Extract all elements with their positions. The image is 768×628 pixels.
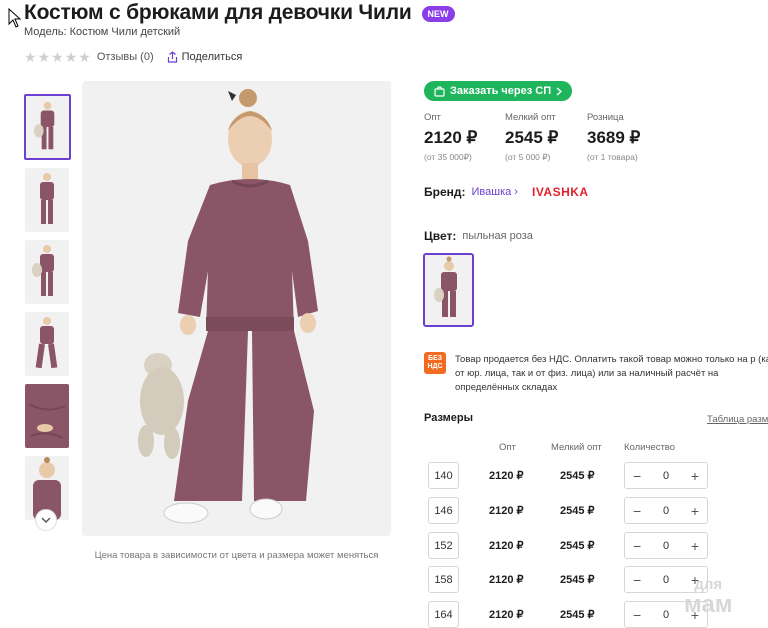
thumbnail-2[interactable] [25,168,69,232]
price-condition: (от 1 товара) [587,152,638,162]
price-label: Мелкий опт [505,112,556,123]
color-value: пыльная роза [462,230,533,242]
quantity-value[interactable]: 0 [663,505,669,517]
quantity-value[interactable]: 0 [663,540,669,552]
size-price-opt: 2120 ₽ [489,574,524,586]
quantity-stepper: − 0 + [624,532,708,559]
chevron-down-icon [41,517,51,523]
quantity-value[interactable]: 0 [663,609,669,621]
cart-icon [434,85,445,97]
rating-row: ★ ★ ★ ★ ★ Отзывы (0) Поделиться [24,50,242,64]
quantity-value[interactable]: 0 [663,574,669,586]
watermark-line2: мам [684,591,733,618]
size-price-opt: 2120 ₽ [489,470,524,482]
minus-button[interactable]: − [633,539,641,553]
quantity-stepper: − 0 + [624,497,708,524]
no-vat-icon-line1: БЕЗ [427,355,443,362]
main-product-image[interactable] [82,81,391,536]
size-label: 164 [428,601,459,628]
page-title: Костюм с брюками для девочки Чили [24,1,412,24]
vat-notice: Товар продается без НДС. Оплатить такой … [455,354,768,393]
watermark-logo: для мам [684,575,733,618]
size-label: 152 [428,532,459,559]
thumbnail-1[interactable] [24,94,71,160]
product-photo [82,81,391,536]
star-icon: ★ [37,49,51,65]
order-button-label: Заказать через СП [450,85,552,97]
color-row: Цвет: пыльная роза [424,229,533,243]
brand-label: Бренд: [424,185,466,199]
size-price-small-opt: 2545 ₽ [560,470,595,482]
title-row: Костюм с брюками для девочки Чили NEW [24,1,455,25]
size-price-small-opt: 2545 ₽ [560,505,595,517]
no-vat-icon-line2: НДС [427,363,443,370]
price-label: Розница [587,112,624,123]
no-vat-icon: БЕЗ НДС [424,352,446,374]
size-price-opt: 2120 ₽ [489,609,524,621]
star-icon: ★ [64,49,78,65]
rating-stars: ★ ★ ★ ★ ★ [24,50,91,64]
column-header-quantity: Количество [624,442,676,453]
minus-button[interactable]: − [633,504,641,518]
column-header-opt: Опт [499,442,516,453]
gallery-down-button[interactable] [35,509,57,531]
color-swatch-dusty-rose[interactable] [423,253,474,327]
share-label: Поделиться [181,51,243,63]
size-table-link[interactable]: Таблица разме [707,414,768,425]
size-price-opt: 2120 ₽ [489,505,524,517]
size-row: 140 2120 ₽ 2545 ₽ − 0 + [424,462,764,492]
share-icon [167,51,177,63]
quantity-stepper: − 0 + [624,462,708,489]
star-icon: ★ [78,49,91,65]
minus-button[interactable]: − [633,469,641,483]
brand-row: Бренд: Ивашка › IVASHKA [424,185,589,199]
chevron-right-icon [556,86,563,96]
share-button[interactable]: Поделиться [167,51,243,63]
star-icon: ★ [51,49,64,65]
size-label: 158 [428,566,459,593]
new-badge: NEW [421,6,455,22]
brand-name: Ивашка [471,186,512,198]
mouse-cursor-icon [8,8,22,28]
size-label: 146 [428,497,459,524]
brand-link[interactable]: Ивашка › [472,186,518,198]
size-price-small-opt: 2545 ₽ [560,609,595,621]
size-price-small-opt: 2545 ₽ [560,540,595,552]
price-value: 2120 ₽ [424,128,478,147]
model-name: Модель: Костюм Чили детский [24,26,181,38]
thumbnail-4[interactable] [25,312,69,376]
size-price-opt: 2120 ₽ [489,540,524,552]
plus-button[interactable]: + [691,504,699,518]
price-note: Цена товара в зависимости от цвета и раз… [94,550,379,561]
price-opt: Опт 2120 ₽ (от 35 000₽) [424,112,477,163]
sizes-title: Размеры [424,412,474,424]
price-condition: (от 35 000₽) [424,152,472,162]
price-retail: Розница 3689 ₽ (от 1 товара) [587,112,640,162]
price-small-opt: Мелкий опт 2545 ₽ (от 5 000 ₽) [505,112,558,163]
size-row: 152 2120 ₽ 2545 ₽ − 0 + [424,532,764,562]
column-header-small-opt: Мелкий опт [551,442,602,453]
plus-button[interactable]: + [691,539,699,553]
brand-logo[interactable]: IVASHKA [532,185,589,199]
price-value: 3689 ₽ [587,128,641,147]
price-condition: (от 5 000 ₽) [505,152,551,162]
quantity-value[interactable]: 0 [663,470,669,482]
price-label: Опт [424,112,441,123]
plus-button[interactable]: + [691,469,699,483]
reviews-link[interactable]: Отзывы (0) [97,51,154,63]
thumbnail-3[interactable] [25,240,69,304]
size-row: 146 2120 ₽ 2545 ₽ − 0 + [424,497,764,527]
size-price-small-opt: 2545 ₽ [560,574,595,586]
minus-button[interactable]: − [633,608,641,622]
minus-button[interactable]: − [633,573,641,587]
price-value: 2545 ₽ [505,128,559,147]
order-via-sp-button[interactable]: Заказать через СП [424,81,573,101]
thumbnail-5[interactable] [25,384,69,448]
star-icon: ★ [24,49,37,65]
size-label: 140 [428,462,459,489]
color-label: Цвет: [424,229,457,243]
